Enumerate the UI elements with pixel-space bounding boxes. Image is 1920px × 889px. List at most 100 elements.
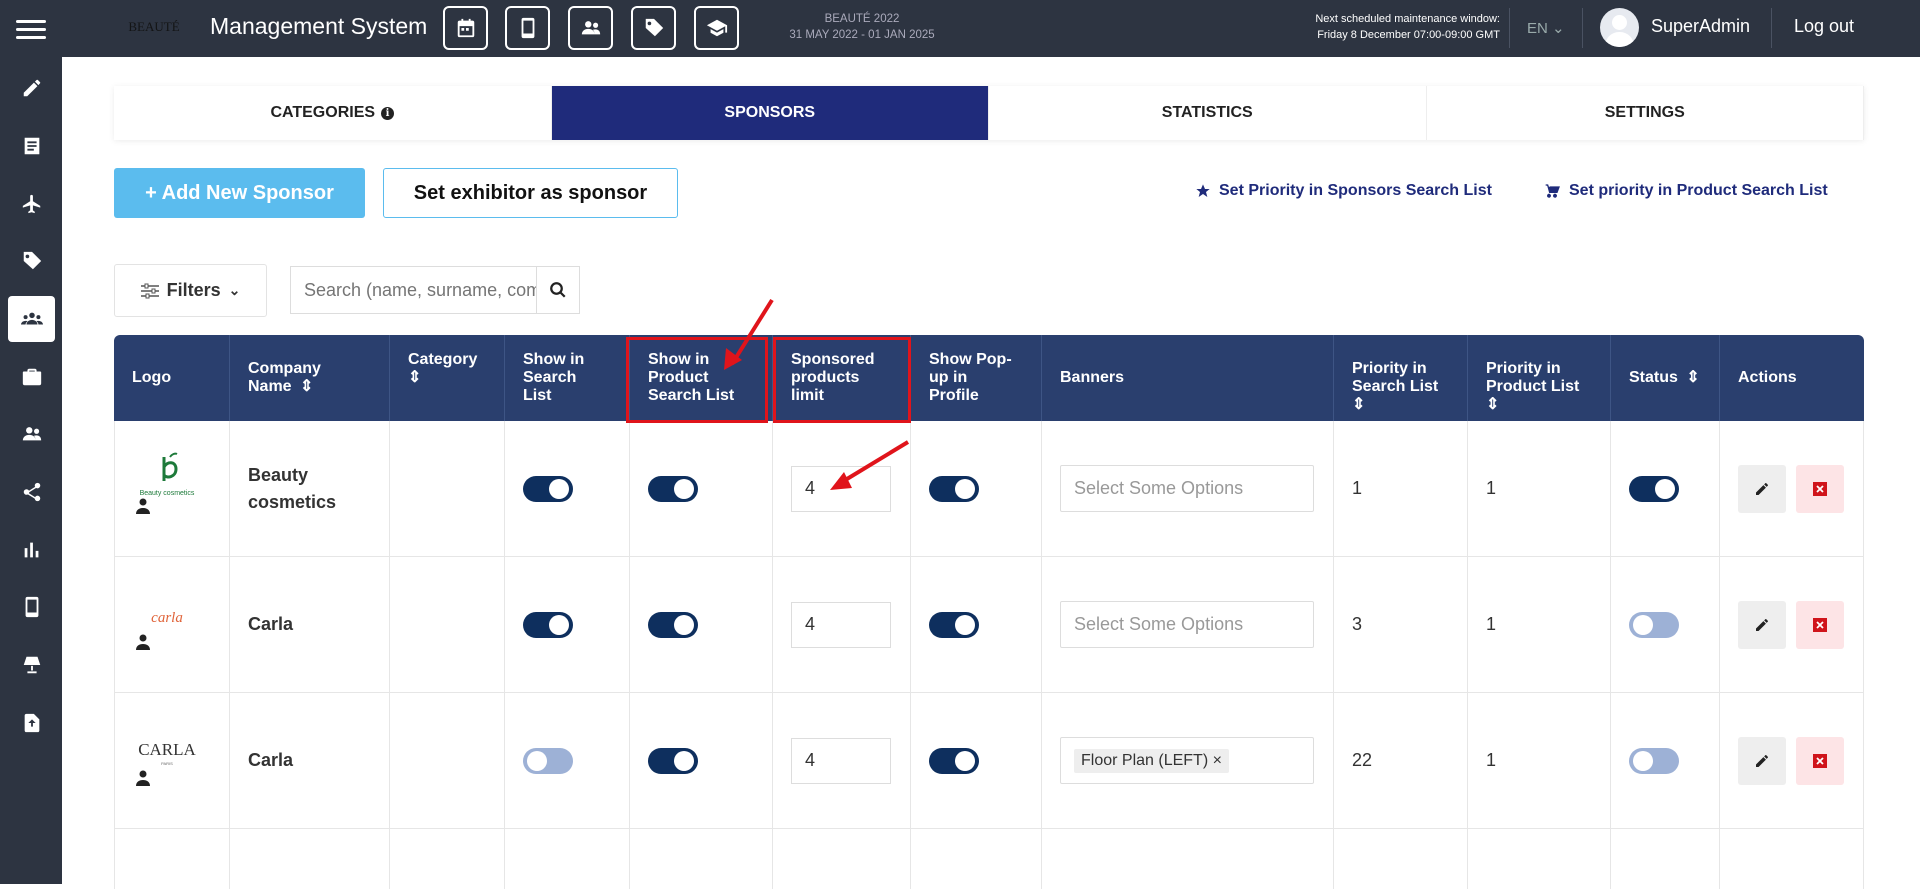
plane-icon[interactable] bbox=[8, 181, 55, 227]
sort-icon[interactable]: ⇕ bbox=[408, 369, 421, 387]
show-search-cell bbox=[505, 829, 630, 889]
close-icon[interactable]: × bbox=[1213, 752, 1222, 769]
show-search-toggle[interactable] bbox=[523, 611, 573, 638]
tag-icon[interactable] bbox=[631, 6, 676, 50]
show-popup-toggle[interactable] bbox=[929, 611, 979, 638]
show-popup-toggle[interactable] bbox=[929, 475, 979, 502]
info-icon[interactable]: i bbox=[381, 106, 395, 120]
edit-button[interactable] bbox=[1738, 736, 1786, 785]
col-label: Banners bbox=[1060, 369, 1125, 386]
popup-cell bbox=[911, 829, 1042, 889]
users-icon[interactable] bbox=[8, 411, 55, 457]
svg-text:Beauty cosmetics: Beauty cosmetics bbox=[140, 490, 195, 497]
sort-icon[interactable]: ⇕ bbox=[300, 378, 313, 396]
filters-label: Filters bbox=[166, 280, 221, 300]
tags-icon[interactable] bbox=[8, 238, 55, 284]
avatar[interactable] bbox=[1600, 8, 1639, 47]
list-icon[interactable] bbox=[8, 123, 55, 169]
users-icon[interactable] bbox=[568, 6, 613, 50]
show-product-search-toggle[interactable] bbox=[648, 611, 698, 638]
tab-settings[interactable]: SETTINGS bbox=[1426, 86, 1864, 140]
col-label: Search bbox=[523, 369, 577, 386]
col-logo: Logo bbox=[114, 335, 230, 421]
logo-cell: Beauty cosmetics bbox=[115, 421, 230, 556]
tab-categories[interactable]: CATEGORIES i bbox=[114, 86, 552, 140]
show-product-search-toggle[interactable] bbox=[648, 475, 698, 502]
divider bbox=[1582, 8, 1583, 48]
logout-link[interactable]: Log out bbox=[1794, 16, 1854, 37]
col-label: Company bbox=[248, 359, 321, 377]
col-company[interactable]: Company Name ⇕ bbox=[230, 335, 390, 421]
pencil-icon bbox=[1756, 754, 1768, 767]
tab-label: CATEGORIES bbox=[270, 104, 376, 121]
col-status[interactable]: Status ⇕ bbox=[1611, 335, 1720, 421]
sponsored-limit-input[interactable]: 4 bbox=[791, 737, 891, 784]
col-priority-product[interactable]: Priority in Product List ⇕ bbox=[1468, 335, 1611, 421]
show-search-toggle[interactable] bbox=[523, 475, 573, 502]
col-category[interactable]: Category ⇕ bbox=[390, 335, 505, 421]
status-toggle[interactable] bbox=[1629, 747, 1679, 774]
user-name[interactable]: SuperAdmin bbox=[1651, 16, 1750, 37]
search-button[interactable] bbox=[536, 267, 579, 313]
tab-statistics[interactable]: STATISTICS bbox=[989, 86, 1427, 140]
priority-products-label: Set priority in Product Search List bbox=[1569, 182, 1828, 199]
status-toggle[interactable] bbox=[1629, 475, 1679, 502]
sort-icon[interactable]: ⇕ bbox=[1686, 369, 1699, 387]
set-exhibitor-sponsor-button[interactable]: Set exhibitor as sponsor bbox=[383, 168, 678, 218]
sort-icon[interactable]: ⇕ bbox=[1486, 396, 1499, 414]
delete-button[interactable] bbox=[1796, 736, 1844, 785]
brand-logo[interactable]: BEAUTÉ bbox=[128, 12, 180, 42]
col-label: Name bbox=[248, 378, 292, 396]
edit-button[interactable] bbox=[1738, 464, 1786, 513]
mobile-icon[interactable] bbox=[505, 6, 550, 50]
upload-file-icon[interactable] bbox=[8, 700, 55, 746]
priority-products-link[interactable]: Set priority in Product Search List bbox=[1545, 182, 1828, 200]
filters-button[interactable]: Filters ⌄ bbox=[114, 264, 267, 317]
briefcase-icon[interactable] bbox=[8, 354, 55, 400]
menu-icon[interactable] bbox=[16, 20, 46, 40]
share-icon[interactable] bbox=[8, 469, 55, 515]
show-popup-toggle[interactable] bbox=[929, 747, 979, 774]
popup-cell bbox=[911, 557, 1042, 692]
bar-chart-icon[interactable] bbox=[8, 527, 55, 573]
user-icon bbox=[136, 770, 150, 786]
status-cell bbox=[1611, 693, 1720, 828]
col-priority-search[interactable]: Priority in Search List ⇕ bbox=[1334, 335, 1468, 421]
banners-select[interactable]: Select Some Options bbox=[1060, 601, 1314, 648]
priority-product-cell: 1 bbox=[1468, 693, 1611, 828]
table-row bbox=[114, 829, 1864, 889]
user-icon bbox=[136, 498, 150, 514]
mobile-icon[interactable] bbox=[8, 584, 55, 630]
graduation-cap-icon[interactable] bbox=[694, 6, 739, 50]
show-search-toggle[interactable] bbox=[523, 747, 573, 774]
sponsored-limit-input[interactable]: 4 bbox=[791, 601, 891, 648]
sort-icon[interactable]: ⇕ bbox=[1352, 396, 1365, 414]
calendar-icon[interactable] bbox=[443, 6, 488, 50]
company-name bbox=[230, 829, 390, 889]
banners-select[interactable]: Floor Plan (LEFT) × bbox=[1060, 737, 1314, 784]
delete-button[interactable] bbox=[1796, 464, 1844, 513]
search-icon bbox=[550, 282, 566, 298]
sponsors-icon[interactable] bbox=[8, 296, 55, 342]
actions-cell bbox=[1720, 421, 1863, 556]
delete-button[interactable] bbox=[1796, 600, 1844, 649]
search-input[interactable] bbox=[291, 267, 536, 313]
priority-search-cell bbox=[1334, 829, 1468, 889]
priority-sponsors-link[interactable]: Set Priority in Sponsors Search List bbox=[1195, 182, 1492, 200]
maintenance-line: Friday 8 December 07:00-09:00 GMT bbox=[1317, 29, 1500, 41]
status-toggle[interactable] bbox=[1629, 611, 1679, 638]
priority-product-cell: 1 bbox=[1468, 557, 1611, 692]
tab-sponsors[interactable]: SPONSORS bbox=[551, 86, 989, 140]
edit-button[interactable] bbox=[1738, 600, 1786, 649]
star-icon bbox=[1196, 184, 1210, 197]
lamp-icon[interactable] bbox=[8, 642, 55, 688]
show-product-search-toggle[interactable] bbox=[648, 747, 698, 774]
banners-select[interactable]: Select Some Options bbox=[1060, 465, 1314, 512]
add-sponsor-button[interactable]: + Add New Sponsor bbox=[114, 168, 365, 218]
pencil-icon[interactable] bbox=[8, 65, 55, 111]
language-selector[interactable]: EN ⌄ bbox=[1527, 19, 1565, 37]
show-product-cell bbox=[630, 693, 773, 828]
tab-bar: CATEGORIES i SPONSORS STATISTICS SETTINGS bbox=[114, 86, 1864, 140]
category-cell bbox=[390, 421, 505, 556]
show-search-cell bbox=[505, 557, 630, 692]
